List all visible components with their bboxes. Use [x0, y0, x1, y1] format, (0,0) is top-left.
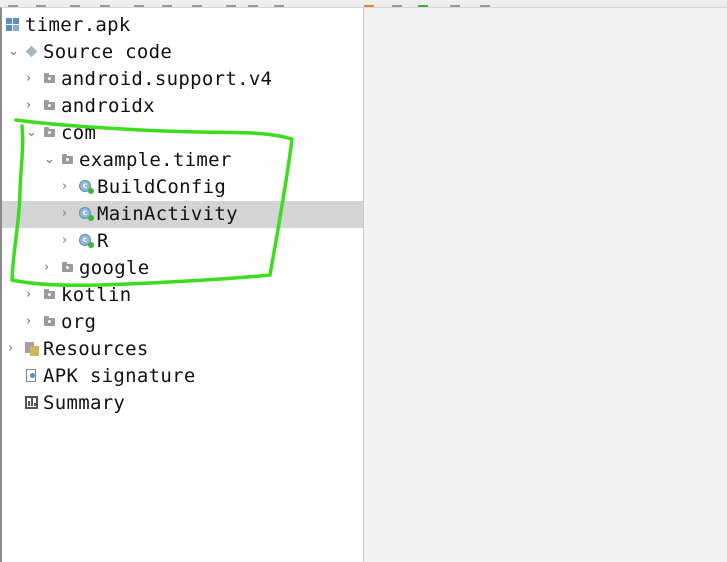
toolbar-icon[interactable]	[392, 0, 402, 7]
apk-file-icon	[6, 18, 20, 32]
folder-icon	[61, 153, 75, 167]
chevron-down-icon[interactable]: ⌄	[8, 45, 19, 58]
tree-item-source-code[interactable]: ⌄ Source code	[2, 39, 363, 66]
chevron-right-icon[interactable]: ›	[26, 288, 34, 301]
tree-item-android-support-v4[interactable]: › android.support.v4	[2, 66, 363, 93]
package-icon	[25, 45, 39, 59]
editor-area	[364, 7, 727, 562]
project-tree-panel: timer.apk ⌄ Source code › android.suppor…	[0, 7, 363, 562]
tree-item-label: R	[97, 230, 109, 252]
chevron-right-icon[interactable]: ›	[62, 234, 70, 247]
tree-item-label: google	[79, 257, 150, 279]
tree-item-timer-apk[interactable]: timer.apk	[2, 12, 363, 39]
tree-item-label: Source code	[43, 41, 173, 63]
tree-item-mainactivity[interactable]: › c MainActivity	[2, 201, 363, 228]
class-icon: c	[79, 207, 94, 221]
chevron-right-icon[interactable]: ›	[44, 261, 52, 274]
toolbar-icon[interactable]	[364, 0, 374, 7]
chevron-right-icon[interactable]: ›	[26, 315, 34, 328]
toolbar	[0, 0, 727, 7]
tree-item-kotlin[interactable]: › kotlin	[2, 282, 363, 309]
folder-icon	[43, 288, 57, 302]
toolbar-icon[interactable]	[134, 0, 144, 7]
toolbar-icon[interactable]	[192, 0, 202, 7]
tree-item-com[interactable]: ⌄ com	[2, 120, 363, 147]
chevron-down-icon[interactable]: ⌄	[26, 126, 37, 139]
toolbar-icon[interactable]	[274, 0, 284, 7]
folder-icon	[43, 99, 57, 113]
toolbar-icon[interactable]	[100, 0, 110, 7]
tree-item-google[interactable]: › google	[2, 255, 363, 282]
chevron-down-icon[interactable]: ⌄	[44, 153, 55, 166]
tree-item-example-timer[interactable]: ⌄ example.timer	[2, 147, 363, 174]
chevron-right-icon[interactable]: ›	[26, 99, 34, 112]
tree-item-label: com	[61, 122, 97, 144]
chevron-right-icon[interactable]: ›	[62, 180, 70, 193]
tree-item-org[interactable]: › org	[2, 309, 363, 336]
tree-item-summary[interactable]: Summary	[2, 390, 363, 417]
toolbar-icon[interactable]	[162, 0, 172, 7]
tree-item-label: org	[61, 311, 97, 333]
class-icon: c	[79, 234, 94, 248]
toolbar-icon[interactable]	[418, 0, 428, 7]
resources-icon	[25, 342, 39, 356]
folder-icon	[43, 315, 57, 329]
folder-icon	[43, 72, 57, 86]
tree-item-label: MainActivity	[97, 203, 238, 225]
toolbar-icon[interactable]	[36, 0, 46, 7]
toolbar-icon[interactable]	[450, 0, 460, 7]
tree-item-buildconfig[interactable]: › c BuildConfig	[2, 174, 363, 201]
tree-item-label: APK signature	[43, 365, 196, 387]
toolbar-icon[interactable]	[70, 0, 80, 7]
tree-item-resources[interactable]: › Resources	[2, 336, 363, 363]
toolbar-icon[interactable]	[248, 0, 258, 7]
signature-icon	[25, 369, 39, 383]
summary-icon	[25, 396, 39, 410]
tree-item-label: Resources	[43, 338, 149, 360]
tree-item-label: kotlin	[61, 284, 132, 306]
chevron-right-icon[interactable]: ›	[62, 207, 70, 220]
chevron-right-icon[interactable]: ›	[8, 342, 16, 355]
toolbar-icon[interactable]	[8, 0, 18, 7]
tree-item-label: example.timer	[79, 149, 232, 171]
folder-icon	[43, 126, 57, 140]
chevron-right-icon[interactable]: ›	[26, 72, 34, 85]
tree-item-label: timer.apk	[25, 14, 131, 36]
toolbar-icon[interactable]	[480, 0, 490, 7]
folder-icon	[61, 261, 75, 275]
tree-item-label: android.support.v4	[61, 68, 273, 90]
tree-item-label: androidx	[61, 95, 155, 117]
toolbar-icon[interactable]	[226, 0, 236, 7]
tree-item-r[interactable]: › c R	[2, 228, 363, 255]
tree-item-label: BuildConfig	[97, 176, 227, 198]
class-icon: c	[79, 180, 94, 194]
tree-item-androidx[interactable]: › androidx	[2, 93, 363, 120]
tree-item-apk-signature[interactable]: APK signature	[2, 363, 363, 390]
tree-item-label: Summary	[43, 392, 126, 414]
